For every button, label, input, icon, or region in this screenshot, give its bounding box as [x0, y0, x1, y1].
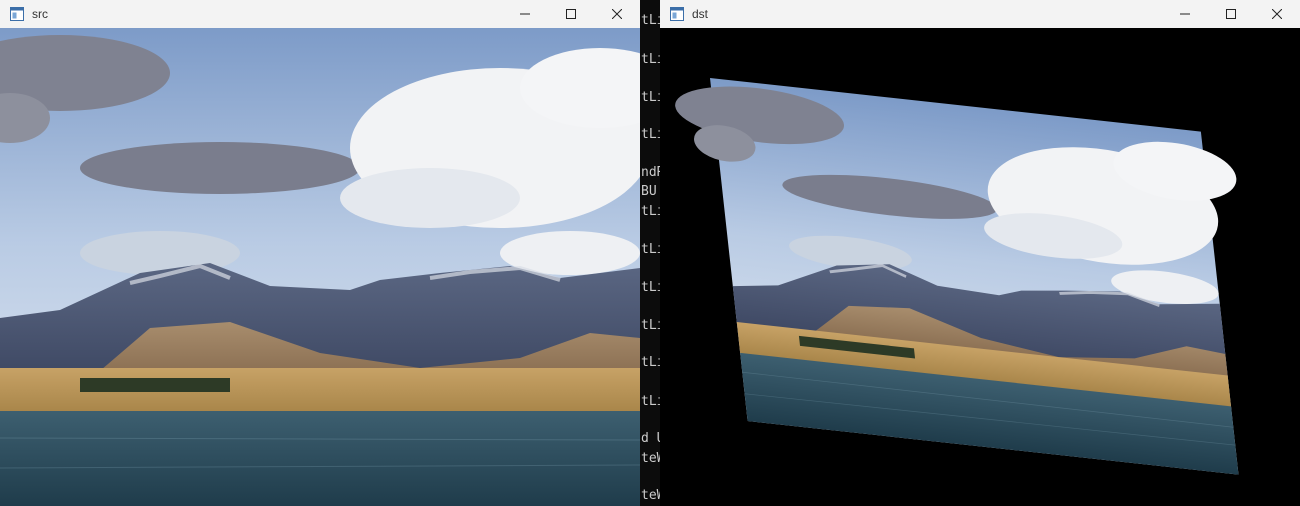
- console-line: teW: [641, 451, 660, 466]
- console-line: tLi: [641, 280, 660, 295]
- console-line: d U: [641, 431, 660, 446]
- maximize-button[interactable]: [548, 0, 594, 28]
- console-line: BU: [641, 184, 657, 199]
- maximize-button[interactable]: [1208, 0, 1254, 28]
- dst-window[interactable]: dst: [660, 0, 1300, 506]
- console-line: tLi: [641, 242, 660, 257]
- maximize-icon: [566, 9, 576, 19]
- app-window-icon: [670, 7, 684, 21]
- console-line: ndR: [641, 165, 660, 180]
- console-line: tLi: [641, 355, 660, 370]
- dst-window-title: dst: [692, 7, 709, 21]
- dst-window-controls: [1162, 0, 1300, 28]
- console-line: tLi: [641, 204, 660, 219]
- minimize-icon: [520, 13, 530, 15]
- src-titlebar[interactable]: src: [0, 0, 640, 28]
- close-button[interactable]: [594, 0, 640, 28]
- close-icon: [1272, 9, 1282, 19]
- minimize-button[interactable]: [502, 0, 548, 28]
- src-window-title: src: [32, 7, 48, 21]
- close-icon: [612, 9, 622, 19]
- src-image-area[interactable]: [0, 28, 640, 506]
- dst-warped-image: [660, 28, 1300, 506]
- src-window[interactable]: src: [0, 0, 640, 506]
- src-landscape-image: [0, 28, 640, 506]
- minimize-icon: [1180, 13, 1190, 15]
- app-window-icon: [10, 7, 24, 21]
- console-window-strip: tLi tLi tLi tLi ndR BU tLi tLi tLi tLi t…: [640, 0, 660, 506]
- console-line: tLi: [641, 318, 660, 333]
- maximize-icon: [1226, 9, 1236, 19]
- dst-image-area[interactable]: [660, 28, 1300, 506]
- minimize-button[interactable]: [1162, 0, 1208, 28]
- console-line: teW: [641, 488, 660, 503]
- src-window-controls: [502, 0, 640, 28]
- close-button[interactable]: [1254, 0, 1300, 28]
- console-line: tLi: [641, 13, 660, 28]
- dst-titlebar[interactable]: dst: [660, 0, 1300, 28]
- console-line: tLi: [641, 90, 660, 105]
- console-line: tLi: [641, 127, 660, 142]
- console-line: tLi: [641, 52, 660, 67]
- console-line: tLi: [641, 394, 660, 409]
